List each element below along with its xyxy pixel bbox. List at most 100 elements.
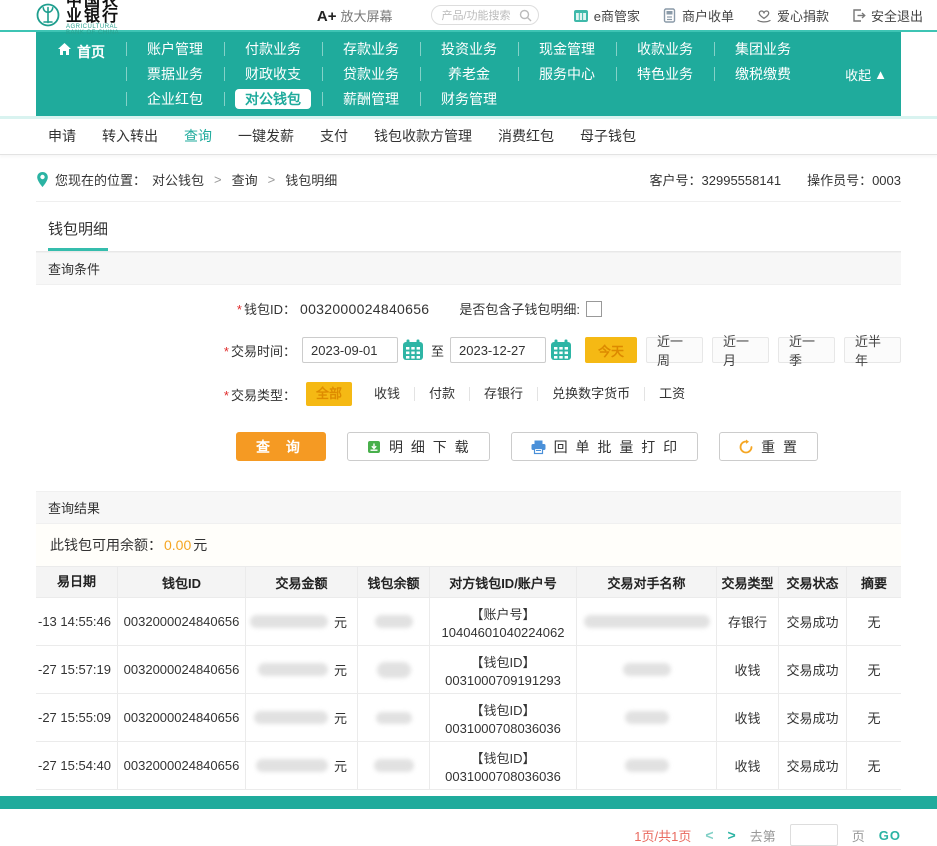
cell-counterparty-name: [577, 598, 717, 645]
table-row[interactable]: -27 15:57:19 0032000024840656 元 【钱包ID】 0…: [36, 646, 901, 694]
download-detail-label: 明 细 下 载: [389, 437, 471, 457]
date-to-input[interactable]: [450, 337, 546, 363]
reset-icon: [738, 439, 754, 455]
breadcrumb-prefix: 您现在的位置：: [55, 170, 146, 189]
include-sub-wallet-checkbox[interactable]: [586, 301, 602, 317]
subnav-one-click-payroll[interactable]: 一键发薪: [238, 126, 294, 146]
link-charity-donation[interactable]: 爱心捐款: [756, 6, 829, 25]
subnav-parent-child-wallet[interactable]: 母子钱包: [580, 126, 636, 146]
nav-item-salary-mgmt[interactable]: 薪酬管理: [322, 88, 420, 110]
breadcrumb-separator: >: [268, 172, 276, 187]
link-e-merchant-manager[interactable]: e商管家: [573, 6, 640, 25]
type-exchange-digital-currency[interactable]: 兑换数字货币: [537, 387, 644, 401]
quick-date-month[interactable]: 近一月: [712, 337, 769, 363]
wallet-subnav: 申请 转入转出 查询 一键发薪 支付 钱包收款方管理 消费红包 母子钱包: [0, 119, 937, 155]
nav-item-pension[interactable]: 养老金: [420, 63, 518, 85]
quick-date-today[interactable]: 今天: [585, 337, 637, 363]
subnav-payee-mgmt[interactable]: 钱包收款方管理: [374, 126, 472, 146]
nav-collapse-button[interactable]: 收起▲: [845, 65, 887, 84]
breadcrumb-query[interactable]: 查询: [232, 170, 258, 189]
search-button[interactable]: 查 询: [236, 432, 326, 461]
nav-item-collection-biz[interactable]: 收款业务: [616, 38, 714, 60]
nav-item-tax-payment[interactable]: 缴税缴费: [714, 63, 812, 85]
col-wallet-id: 钱包ID: [118, 567, 246, 597]
prev-page-button[interactable]: <: [705, 827, 713, 843]
type-deposit-bank[interactable]: 存银行: [469, 387, 537, 401]
e-merchant-label[interactable]: e商管家: [594, 6, 640, 25]
reset-button[interactable]: 重 置: [719, 432, 818, 461]
nav-home-label[interactable]: 首页: [77, 42, 105, 62]
subnav-consume-redpacket[interactable]: 消费红包: [498, 126, 554, 146]
type-salary[interactable]: 工资: [644, 387, 699, 401]
customer-number: 客户号：32995558141: [650, 170, 782, 189]
cell-amount: 元: [246, 646, 358, 693]
type-pay[interactable]: 付款: [414, 387, 469, 401]
bank-name: 中国农业银行: [66, 0, 127, 24]
nav-item-cash-mgmt[interactable]: 现金管理: [518, 38, 616, 60]
col-amount: 交易金额: [246, 567, 358, 597]
date-from-input[interactable]: [302, 337, 398, 363]
cell-counterparty-id: 【钱包ID】 0031000709191293: [430, 646, 577, 693]
merchant-acquiring-label[interactable]: 商户收单: [682, 6, 734, 25]
nav-item-account-mgmt[interactable]: 账户管理: [126, 38, 224, 60]
calendar-icon[interactable]: [401, 338, 425, 362]
calendar-icon[interactable]: [549, 338, 573, 362]
batch-print-receipt-button[interactable]: 回 单 批 量 打 印: [511, 432, 698, 461]
nav-item-finance-mgmt[interactable]: 财务管理: [420, 88, 518, 110]
nav-item-special-biz[interactable]: 特色业务: [616, 63, 714, 85]
cell-wallet-id: 0032000024840656: [118, 742, 246, 789]
search-icon[interactable]: [519, 9, 532, 22]
go-button[interactable]: GO: [879, 828, 901, 843]
subnav-transfer[interactable]: 转入转出: [102, 126, 158, 146]
wallet-id-row: *钱包ID： 0032000024840656 是否包含子钱包明细:: [36, 299, 901, 318]
nav-item-fiscal[interactable]: 财政收支: [224, 63, 322, 85]
required-asterisk: *: [237, 302, 242, 317]
wallet-id-label: *钱包ID：: [36, 299, 296, 318]
font-increase-label[interactable]: A+: [317, 8, 337, 25]
quick-date-quarter[interactable]: 近一季: [778, 337, 835, 363]
type-receive[interactable]: 收钱: [360, 387, 414, 401]
nav-item-home[interactable]: 首页: [36, 37, 126, 111]
breadcrumb-corporate-wallet[interactable]: 对公钱包: [152, 170, 204, 189]
next-page-button[interactable]: >: [728, 827, 736, 843]
bank-name-en: AGRICULTURAL BANK OF CHINA: [66, 24, 127, 36]
nav-item-bill-biz[interactable]: 票据业务: [126, 63, 224, 85]
table-row[interactable]: -27 15:55:09 0032000024840656 元 【钱包ID】 0…: [36, 694, 901, 742]
nav-item-deposit-biz[interactable]: 存款业务: [322, 38, 420, 60]
cell-date: -27 15:54:40: [36, 742, 118, 789]
col-counterparty-name: 交易对手名称: [577, 567, 717, 597]
quick-date-half-year[interactable]: 近半年: [844, 337, 901, 363]
link-merchant-acquiring[interactable]: 商户收单: [662, 6, 734, 25]
nav-item-loan-biz[interactable]: 贷款业务: [322, 63, 420, 85]
charity-donation-label[interactable]: 爱心捐款: [777, 6, 829, 25]
page-unit-label: 页: [852, 826, 865, 845]
nav-item-corporate-wallet[interactable]: 对公钱包: [224, 88, 322, 110]
subnav-apply[interactable]: 申请: [48, 126, 76, 146]
customer-number-label: 客户号：: [650, 173, 702, 188]
subnav-query[interactable]: 查询: [184, 126, 212, 146]
type-all[interactable]: 全部: [306, 382, 352, 406]
product-search-input[interactable]: 产品/功能搜索: [431, 5, 539, 25]
table-row[interactable]: -13 14:55:46 0032000024840656 元 【账户号】 10…: [36, 598, 901, 646]
cell-counterparty-id: 【钱包ID】 0031000708036036: [430, 742, 577, 789]
safe-logout-label[interactable]: 安全退出: [871, 6, 923, 25]
cell-date: -13 14:55:46: [36, 598, 118, 645]
download-detail-button[interactable]: 明 细 下 载: [347, 432, 490, 461]
link-safe-logout[interactable]: 安全退出: [851, 6, 923, 25]
table-row[interactable]: -27 15:54:40 0032000024840656 元 【钱包ID】 0…: [36, 742, 901, 790]
nav-item-service-center[interactable]: 服务中心: [518, 63, 616, 85]
nav-item-payment-biz[interactable]: 付款业务: [224, 38, 322, 60]
search-placeholder: 产品/功能搜索: [442, 7, 511, 23]
cell-summary: 无: [847, 598, 901, 645]
cell-counterparty-id: 【钱包ID】 0031000708036036: [430, 694, 577, 741]
balance-unit: 元: [193, 537, 207, 553]
tab-wallet-detail[interactable]: 钱包明细: [48, 218, 108, 251]
screen-zoom-control[interactable]: A+ 放大屏幕: [317, 6, 393, 25]
nav-item-enterprise-redpacket[interactable]: 企业红包: [126, 88, 224, 110]
quick-date-week[interactable]: 近一周: [646, 337, 703, 363]
nav-item-group-biz[interactable]: 集团业务: [714, 38, 812, 60]
subnav-pay[interactable]: 支付: [320, 126, 348, 146]
include-sub-wallet-group: 是否包含子钱包明细:: [459, 299, 602, 318]
goto-page-input[interactable]: [790, 824, 838, 846]
nav-item-investment-biz[interactable]: 投资业务: [420, 38, 518, 60]
